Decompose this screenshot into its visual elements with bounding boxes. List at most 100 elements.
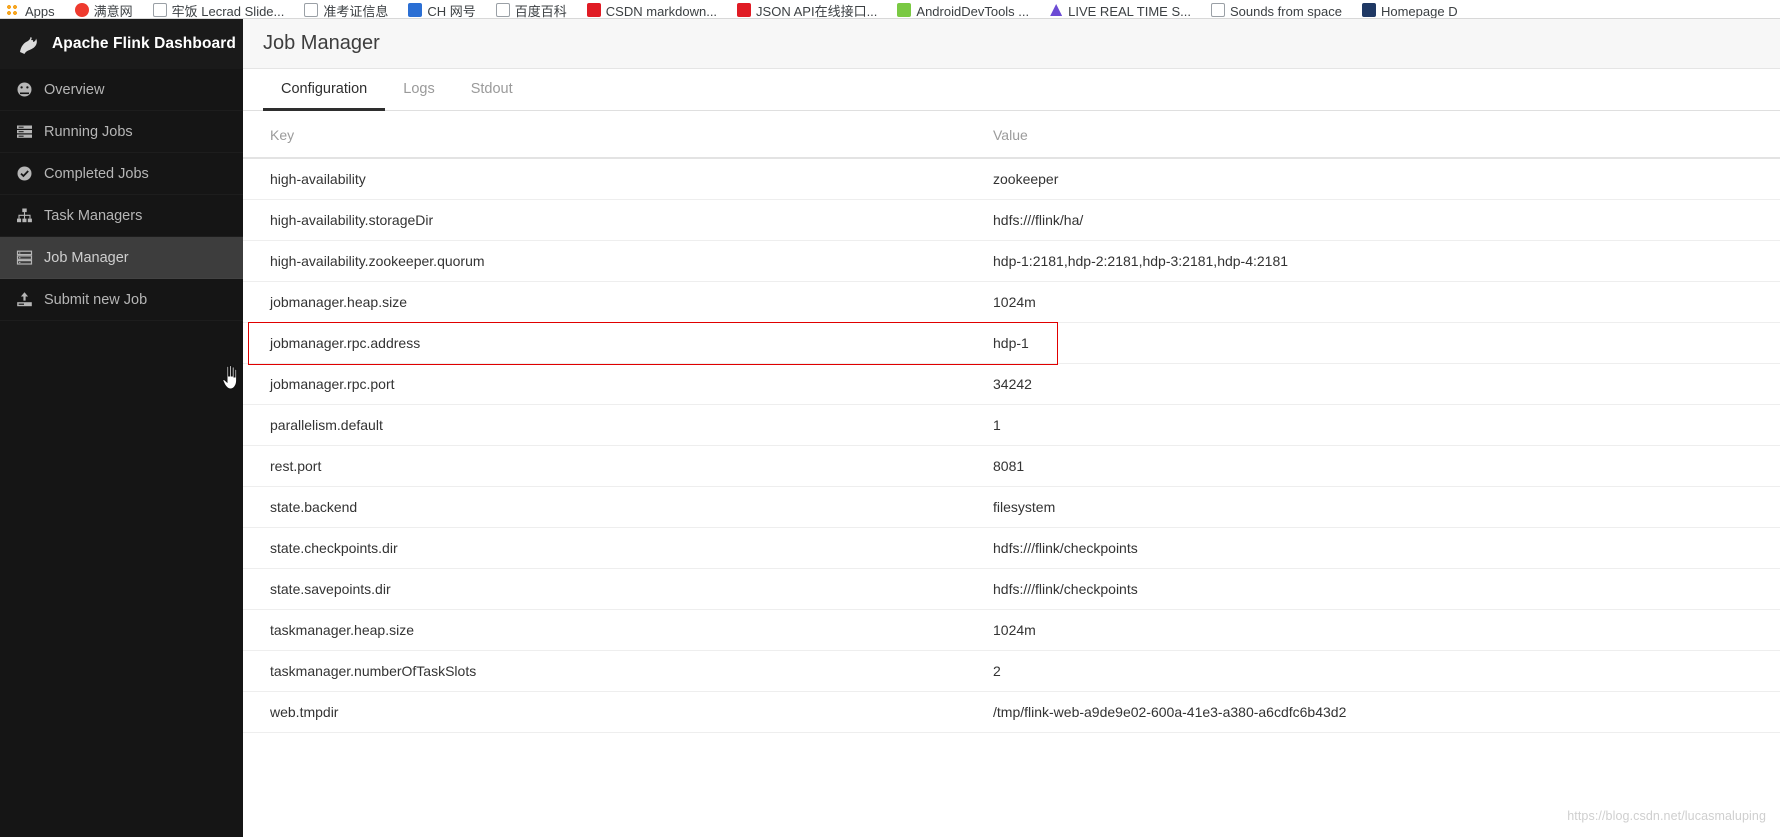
bookmark-label: Homepage D xyxy=(1380,4,1458,18)
config-value-cell: 34242 xyxy=(966,363,1780,405)
sidebar-item-label: Overview xyxy=(44,81,105,98)
bookmark-item[interactable]: Sounds from space xyxy=(1210,0,1342,18)
flink-squirrel-logo xyxy=(14,31,40,57)
watermark: https://blog.csdn.net/lucasmaluping xyxy=(1567,809,1766,823)
config-key-cell: jobmanager.rpc.port xyxy=(243,363,966,405)
browser-bookmarks-bar: Apps 满意网 牢饭 Lecrad Slide... 准考证信息 CH 网号 百度百科 C… xyxy=(0,0,1780,19)
bookmark-item[interactable]: 牢饭 Lecrad Slide... xyxy=(152,0,285,18)
table-header-row: Key Value xyxy=(243,111,1780,159)
config-value-cell: /tmp/flink-web-a9de9e02-600a-41e3-a380-a… xyxy=(966,691,1780,733)
table-row: high-availability.zookeeper.quorum hdp-1:… xyxy=(243,240,1780,282)
config-value-cell: 2 xyxy=(966,650,1780,692)
bookmark-item[interactable]: JSON API在线接口... xyxy=(737,0,877,18)
site-icon xyxy=(1361,3,1376,17)
table-row: state.backend filesystem xyxy=(243,486,1780,528)
bookmark-label: 准考证信息 xyxy=(323,4,389,18)
android-icon xyxy=(897,3,912,17)
bookmark-item[interactable]: 满意网 xyxy=(74,0,133,18)
sidebar-item-overview[interactable]: Overview xyxy=(0,69,243,111)
bookmark-item[interactable]: CSDN markdown... xyxy=(586,0,717,18)
sidebar-item-label: Job Manager xyxy=(44,249,129,266)
dashboard-gauge-icon xyxy=(16,81,33,98)
tab-logs[interactable]: Logs xyxy=(385,69,452,111)
bookmark-label: 百度百科 xyxy=(514,4,567,18)
sidebar-item-task-managers[interactable]: Task Managers xyxy=(0,195,243,237)
config-value-cell: 1024m xyxy=(966,281,1780,323)
sidebar-item-label: Running Jobs xyxy=(44,123,133,140)
tab-configuration[interactable]: Configuration xyxy=(263,69,386,111)
config-value-cell: 8081 xyxy=(966,445,1780,487)
config-key-cell: taskmanager.heap.size xyxy=(243,609,966,651)
table-row: taskmanager.numberOfTaskSlots 2 xyxy=(243,650,1780,692)
sidebar: Apache Flink Dashboard Overview Running J… xyxy=(0,19,243,837)
bookmark-label: 满意网 xyxy=(93,4,133,18)
sidebar-item-job-manager[interactable]: Job Manager xyxy=(0,237,243,279)
table-row: taskmanager.heap.size 1024m xyxy=(243,609,1780,651)
sidebar-item-submit-new-job[interactable]: Submit new Job xyxy=(0,279,243,321)
csdn-icon xyxy=(737,3,752,17)
bookmark-label: JSON API在线接口... xyxy=(756,4,878,18)
table-row: parallelism.default 1 xyxy=(243,404,1780,446)
config-key-cell: jobmanager.heap.size xyxy=(243,281,966,323)
config-value-cell: hdp-1 xyxy=(966,322,1780,364)
config-value-cell: hdfs:///flink/ha/ xyxy=(966,199,1780,241)
main-content: Job Manager Configuration Logs Stdout Key … xyxy=(243,19,1780,837)
config-value-cell: hdfs:///flink/checkpoints xyxy=(966,568,1780,610)
table-row: web.tmpdir/tmp/flink-web-a9de9e02-600a-4… xyxy=(243,691,1780,733)
config-key-cell: taskmanager.numberOfTaskSlots xyxy=(243,650,966,692)
sidebar-item-completed-jobs[interactable]: Completed Jobs xyxy=(0,153,243,195)
bookmark-label: Apps xyxy=(25,4,55,18)
bookmark-label: CH 网号 xyxy=(427,4,476,18)
baidu-icon xyxy=(408,3,423,17)
bookmark-label: LIVE REAL TIME S... xyxy=(1068,4,1191,18)
sidebar-item-running-jobs[interactable]: Running Jobs xyxy=(0,111,243,153)
config-key-cell: high-availability.storageDir xyxy=(243,199,966,241)
brand-header[interactable]: Apache Flink Dashboard xyxy=(0,19,243,69)
config-value-cell: 1 xyxy=(966,404,1780,446)
document-icon xyxy=(1210,3,1225,17)
document-icon xyxy=(495,3,510,17)
check-circle-icon xyxy=(16,165,33,182)
list-lines-icon xyxy=(16,123,33,140)
triangle-icon xyxy=(1049,3,1064,17)
config-value-cell: 1024m xyxy=(966,609,1780,651)
config-key-cell: high-availability.zookeeper.quorum xyxy=(243,240,966,282)
table-row: state.checkpoints.dir hdfs:///flink/check… xyxy=(243,527,1780,569)
sidebar-item-label: Completed Jobs xyxy=(44,165,149,182)
brand-title: Apache Flink Dashboard xyxy=(52,35,236,52)
table-row: rest.port 8081 xyxy=(243,445,1780,487)
bookmark-item[interactable]: CH 网号 xyxy=(408,0,476,18)
table-row: jobmanager.rpc.port 34242 xyxy=(243,363,1780,405)
table-row: state.savepoints.dir hdfs:///flink/checkp… xyxy=(243,568,1780,610)
bookmark-label: Sounds from space xyxy=(1229,4,1342,18)
bookmark-item[interactable]: Apps xyxy=(6,0,55,18)
config-key-cell: parallelism.default xyxy=(243,404,966,446)
config-key-cell: high-availability xyxy=(243,158,966,200)
document-icon xyxy=(152,3,167,17)
config-key-cell: state.savepoints.dir xyxy=(243,568,966,610)
bookmark-item[interactable]: 百度百科 xyxy=(495,0,567,18)
config-key-cell: web.tmpdir xyxy=(243,691,966,733)
column-header-key: Key xyxy=(243,111,966,159)
tab-bar: Configuration Logs Stdout xyxy=(243,69,1780,111)
sidebar-nav: Overview Running Jobs Completed Jobs Task M… xyxy=(0,69,243,321)
configuration-table: Key Value high-availability zookeeper high… xyxy=(243,111,1780,733)
server-stack-icon xyxy=(16,249,33,266)
document-icon xyxy=(304,3,319,17)
bookmark-label: AndroidDevTools ... xyxy=(916,4,1030,18)
csdn-icon xyxy=(586,3,601,17)
tab-stdout[interactable]: Stdout xyxy=(453,69,531,111)
config-key-cell: state.backend xyxy=(243,486,966,528)
configuration-table-wrapper: Key Value high-availability zookeeper high… xyxy=(243,111,1780,733)
table-row: jobmanager.rpc.address hdp-1 xyxy=(243,322,1780,364)
sidebar-item-label: Submit new Job xyxy=(44,291,148,308)
page-header: Job Manager xyxy=(243,19,1780,69)
bookmark-item[interactable]: 准考证信息 xyxy=(304,0,388,18)
bookmark-item[interactable]: Homepage D xyxy=(1361,0,1458,18)
column-header-value: Value xyxy=(966,111,1780,159)
bookmark-label: 牢饭 Lecrad Slide... xyxy=(171,4,285,18)
bookmark-item[interactable]: LIVE REAL TIME S... xyxy=(1049,0,1191,18)
bookmark-item[interactable]: AndroidDevTools ... xyxy=(897,0,1029,18)
config-value-cell: filesystem xyxy=(966,486,1780,528)
upload-icon xyxy=(16,291,33,308)
